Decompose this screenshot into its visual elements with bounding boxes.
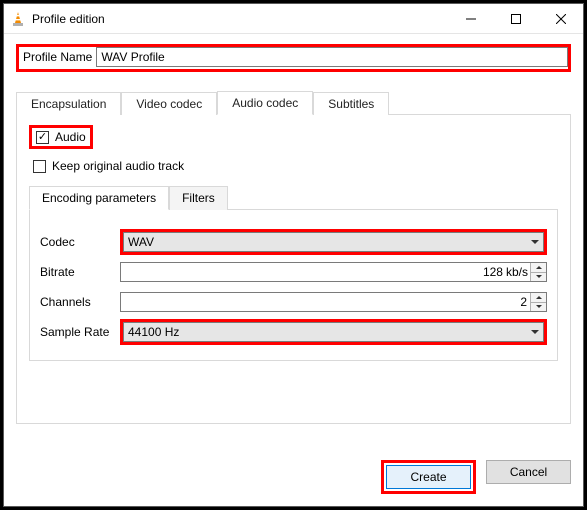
codec-value: WAV: [128, 235, 154, 249]
maximize-button[interactable]: [493, 4, 538, 33]
tab-encoding-parameters[interactable]: Encoding parameters: [29, 186, 169, 210]
tab-audio-codec[interactable]: Audio codec: [217, 91, 313, 115]
samplerate-value: 44100 Hz: [128, 325, 179, 339]
profile-name-input[interactable]: [96, 47, 568, 67]
tab-subtitles[interactable]: Subtitles: [313, 92, 389, 115]
minimize-button[interactable]: [448, 4, 493, 33]
keep-original-label: Keep original audio track: [52, 159, 184, 173]
dialog-footer: Create Cancel: [4, 450, 583, 506]
bitrate-spin-buttons[interactable]: [530, 263, 546, 281]
samplerate-label: Sample Rate: [40, 325, 120, 339]
channels-spin-buttons[interactable]: [530, 293, 546, 311]
profile-name-label: Profile Name: [19, 47, 96, 69]
chevron-down-icon: [531, 240, 539, 244]
main-tabs: Encapsulation Video codec Audio codec Su…: [16, 90, 571, 114]
create-button[interactable]: Create: [386, 465, 471, 489]
close-button[interactable]: [538, 4, 583, 33]
chevron-down-icon: [531, 330, 539, 334]
profile-edition-window: Profile edition Profile Name: [3, 3, 584, 507]
tab-encapsulation[interactable]: Encapsulation: [16, 92, 121, 115]
codec-label: Codec: [40, 235, 120, 249]
bitrate-stepper[interactable]: 128 kb/s: [120, 262, 547, 282]
audio-codec-pane: ✓ Audio Keep original audio track Encodi…: [16, 114, 571, 424]
bitrate-value: 128: [125, 265, 506, 279]
chevron-up-icon: [536, 266, 542, 269]
channels-stepper[interactable]: 2: [120, 292, 547, 312]
vlc-icon: [10, 11, 26, 27]
tab-video-codec[interactable]: Video codec: [121, 92, 217, 115]
cancel-button[interactable]: Cancel: [486, 460, 571, 484]
titlebar: Profile edition: [4, 4, 583, 34]
codec-select[interactable]: WAV: [123, 232, 544, 252]
bitrate-label: Bitrate: [40, 265, 120, 279]
channels-label: Channels: [40, 295, 120, 309]
chevron-up-icon: [536, 296, 542, 299]
samplerate-select[interactable]: 44100 Hz: [123, 322, 544, 342]
tab-filters[interactable]: Filters: [169, 186, 228, 210]
window-title: Profile edition: [32, 12, 448, 26]
chevron-down-icon: [536, 275, 542, 278]
encoding-parameters-pane: Codec WAV Bitrate: [29, 209, 558, 361]
audio-checkbox[interactable]: ✓: [36, 131, 49, 144]
chevron-down-icon: [536, 305, 542, 308]
bitrate-unit: kb/s: [506, 265, 530, 279]
channels-value: 2: [125, 295, 530, 309]
keep-original-checkbox[interactable]: [33, 160, 46, 173]
audio-checkbox-label: Audio: [55, 130, 86, 144]
